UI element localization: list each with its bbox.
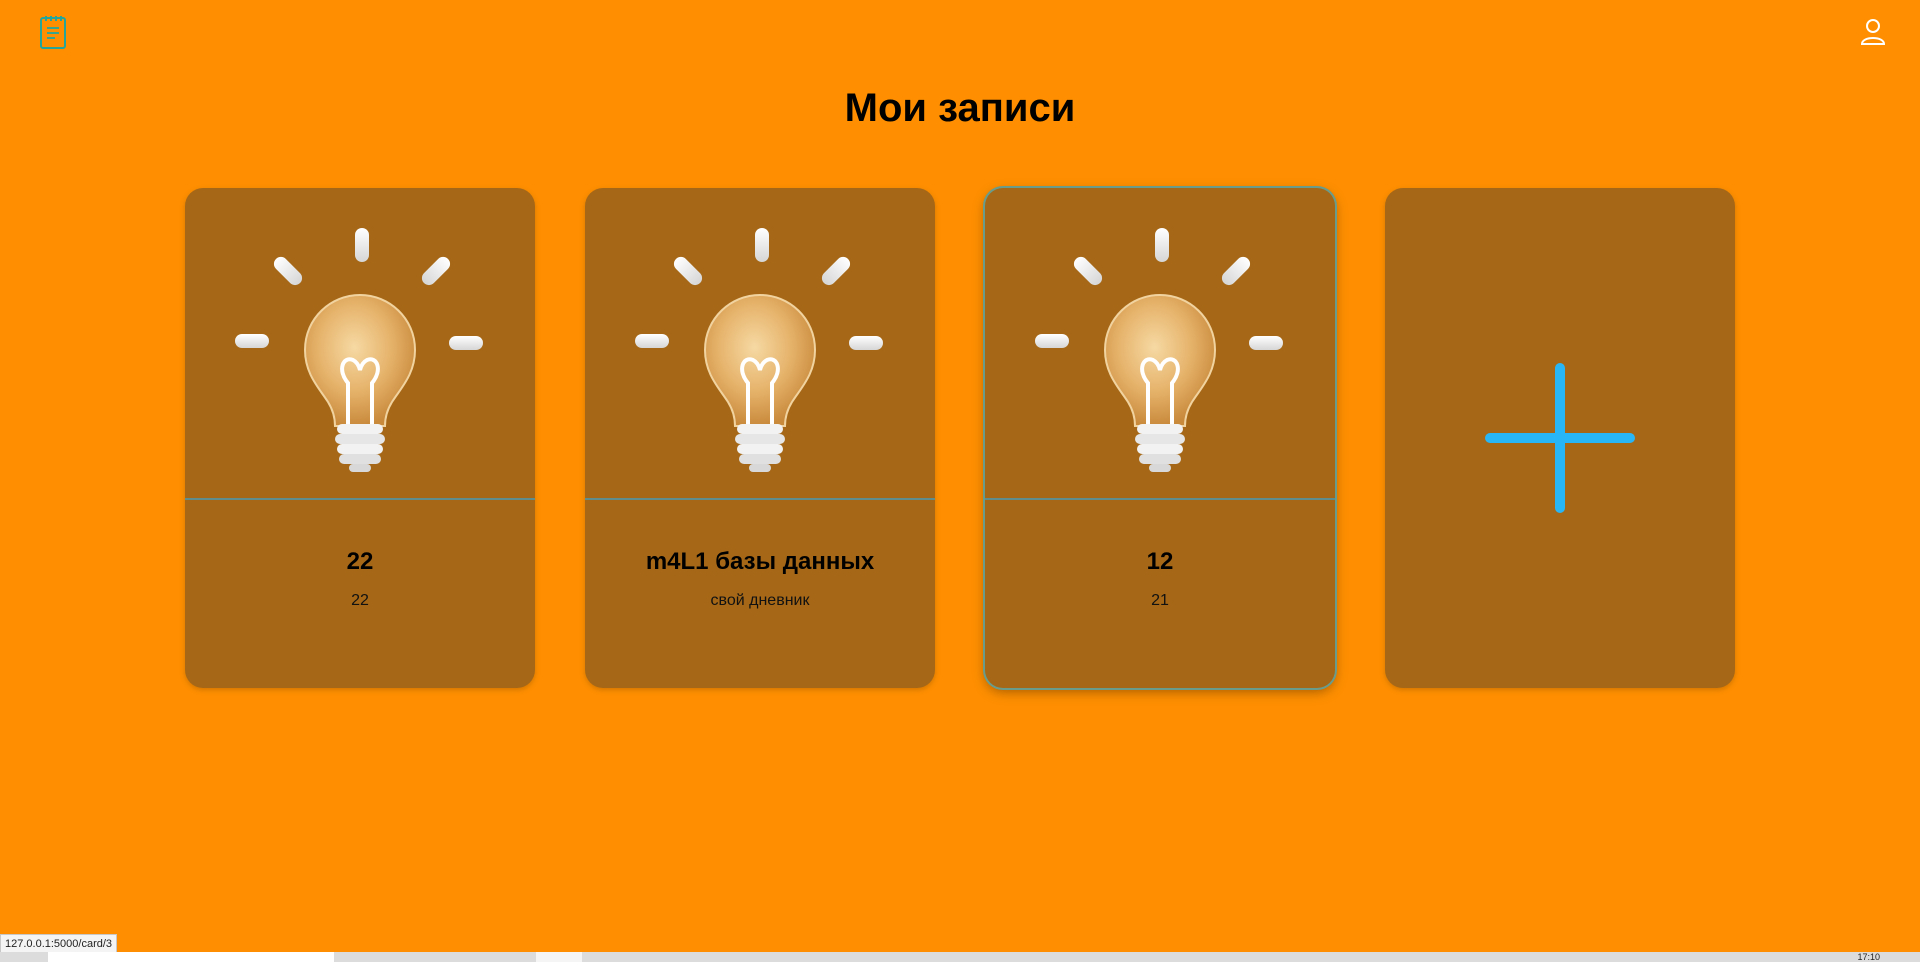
note-card[interactable]: 22 22 [185, 188, 535, 688]
user-icon[interactable] [1858, 16, 1888, 48]
status-bar-url: 127.0.0.1:5000/card/3 [0, 934, 118, 954]
lightbulb-image [1033, 226, 1285, 474]
taskbar-search[interactable] [48, 952, 334, 962]
lightbulb-image [633, 226, 885, 474]
card-divider [585, 498, 935, 500]
card-text: свой дневник [710, 592, 810, 609]
card-divider [185, 498, 535, 500]
plus-icon [1485, 363, 1635, 513]
card-title: 12 [1146, 548, 1174, 575]
lightbulb-image [233, 226, 485, 474]
page-title: Мои записи [844, 86, 1076, 130]
notes-icon[interactable] [38, 14, 68, 50]
note-card[interactable]: 12 21 [985, 188, 1335, 688]
card-title: 22 [346, 548, 374, 575]
card-title: m4L1 базы данных [645, 548, 875, 575]
card-divider [985, 498, 1335, 500]
add-card-button[interactable] [1385, 188, 1735, 688]
card-text: 22 [351, 592, 369, 609]
taskbar [0, 952, 1920, 962]
taskbar-app[interactable] [536, 952, 582, 962]
note-card[interactable]: m4L1 базы данных свой дневник [585, 188, 935, 688]
taskbar-clock: 17:10 [1857, 952, 1880, 962]
card-text: 21 [1151, 592, 1169, 609]
